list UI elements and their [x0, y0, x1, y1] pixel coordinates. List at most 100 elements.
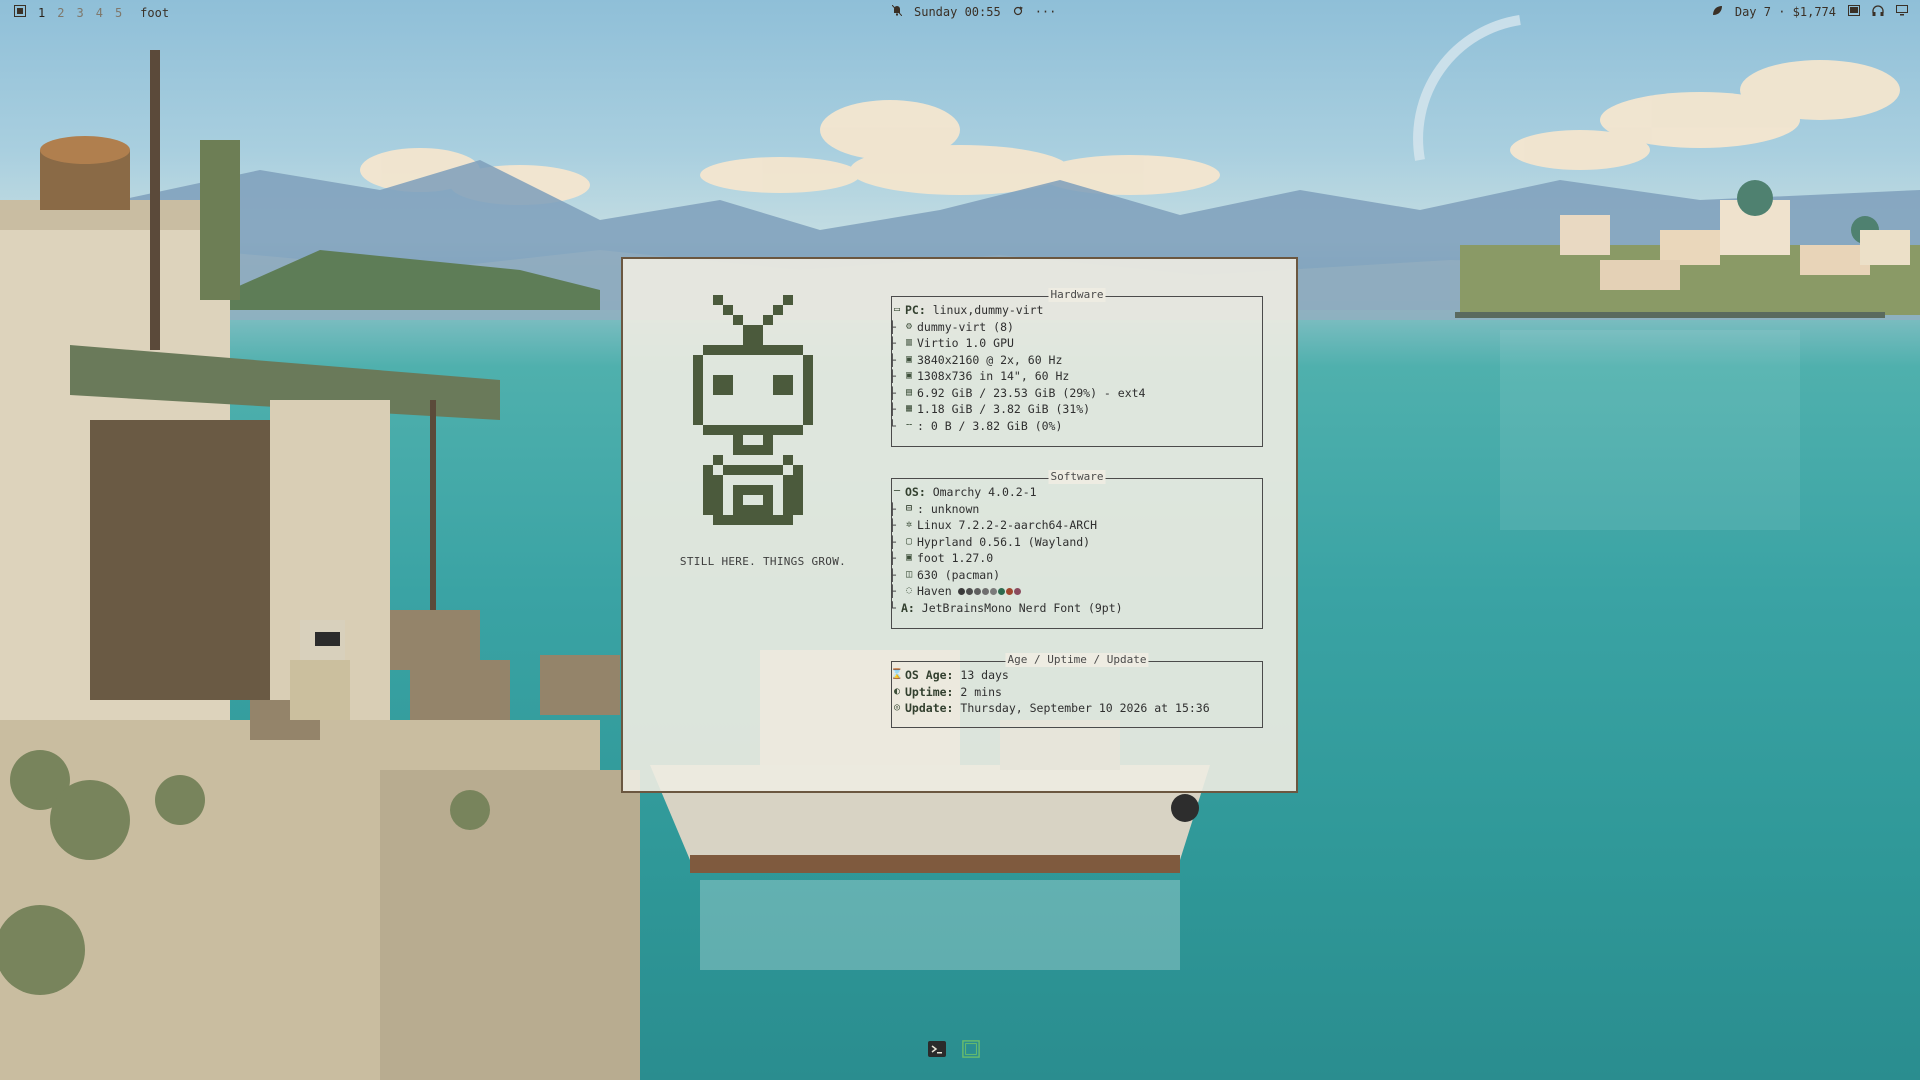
age-value: Thursday, September 10 2026 at 15:36 — [953, 701, 1210, 715]
age-row-uptime: ◐ Uptime: 2 mins — [889, 684, 1263, 701]
hardware-title: Hardware — [1048, 288, 1106, 302]
linux-icon: ✲ — [905, 519, 913, 530]
hw-value: : 0 B / 3.82 GiB (0%) — [917, 418, 1063, 433]
sw-row-os: ─ OS: Omarchy 4.0.2-1 — [889, 484, 1263, 501]
sw-key: A: — [901, 600, 915, 615]
top-bar: 1 2 3 4 5 foot Sunday 00:55 ··· Day 7 · … — [0, 0, 1920, 26]
software-section: Software ─ OS: Omarchy 4.0.2-1 ├ ⊟: unknow… — [889, 470, 1263, 629]
theme-swatch — [981, 587, 989, 595]
age-section: Age / Uptime / Update ⌛ OS Age: 13 days ◐… — [889, 653, 1263, 728]
kernel-icon: ⊟ — [905, 502, 913, 514]
theme-swatch — [989, 587, 997, 595]
theme-swatch — [965, 587, 973, 595]
headphones-icon[interactable] — [1872, 5, 1884, 19]
hw-value: 6.92 GiB / 23.53 GiB (29%) - ext4 — [917, 385, 1146, 400]
gpu-icon: ▥ — [905, 337, 913, 348]
package-icon: ◫ — [905, 568, 913, 580]
hw-value: 3840x2160 @ 2x, 60 Hz — [917, 352, 1063, 367]
terminal-window[interactable]: STILL HERE. THINGS GROW. Hardware ▭ PC: l… — [621, 257, 1298, 793]
theme-swatch — [973, 587, 981, 595]
status-text[interactable]: Day 7 · $1,774 — [1735, 5, 1836, 19]
hw-row-display2: ├ ▣ 1308x736 in 14", 60 Hz — [889, 369, 1070, 383]
window-icon[interactable] — [1848, 5, 1860, 19]
sw-row-wm: ├ ▢ Hyprland 0.56.1 (Wayland) — [889, 534, 1091, 549]
theme-swatch — [1005, 587, 1013, 595]
theme-icon: ◌ — [905, 585, 913, 596]
more-menu[interactable]: ··· — [1035, 5, 1057, 19]
age-key: OS Age: — [905, 668, 954, 682]
sw-value: Haven — [917, 584, 952, 598]
hardware-section: Hardware ▭ PC: linux,dummy-virt ├ ⚙ dummy-v… — [889, 288, 1263, 447]
topbar-center: Sunday 00:55 ··· — [891, 4, 1057, 19]
hw-row-disk: ├ ▤ 6.92 GiB / 23.53 GiB (29%) - ext4 — [889, 385, 1146, 400]
hw-row-swap: └ ╌: 0 B / 3.82 GiB (0%) — [889, 418, 1063, 433]
memory-icon: ▦ — [905, 403, 913, 414]
disk-icon: ▤ — [905, 386, 913, 398]
topbar-left: 1 2 3 4 5 foot — [14, 5, 169, 20]
sw-row-theme: ├ ◌ Haven — [889, 583, 1263, 600]
sw-value: Omarchy 4.0.2-1 — [925, 485, 1037, 499]
sw-value: : unknown — [917, 501, 980, 516]
age-key: Uptime: — [905, 684, 954, 699]
uptime-icon: ◐ — [893, 685, 901, 697]
launcher-icon[interactable] — [14, 5, 26, 20]
software-title: Software — [1048, 470, 1106, 484]
sw-row-kernel-name: ├ ⊟: unknown — [889, 501, 980, 516]
age-row-update: ◎ Update: Thursday, September 10 2026 at … — [889, 700, 1263, 717]
monitor-icon[interactable] — [1896, 5, 1908, 19]
age-value: 13 days — [953, 668, 1009, 682]
topbar-right: Day 7 · $1,774 — [1712, 5, 1908, 19]
clock[interactable]: Sunday 00:55 — [914, 5, 1001, 19]
sw-value: foot 1.27.0 — [917, 551, 994, 565]
sw-value: JetBrainsMono Nerd Font (9pt) — [914, 600, 1123, 615]
hw-row-display1: ├ ▣ 3840x2160 @ 2x, 60 Hz — [889, 352, 1063, 367]
age-value: 2 mins — [953, 684, 1002, 699]
sw-value: Linux 7.2.2-2-aarch64-ARCH — [917, 518, 1098, 532]
refresh-icon[interactable] — [1013, 6, 1023, 19]
theme-swatch — [997, 587, 1005, 595]
sw-key: OS: — [905, 485, 926, 499]
age-row-os-age: ⌛ OS Age: 13 days — [889, 667, 1263, 684]
swap-icon: ╌ — [905, 419, 913, 431]
theme-color-swatches — [957, 587, 1021, 595]
hw-value: Virtio 1.0 GPU — [917, 336, 1014, 350]
workspace-3[interactable]: 3 — [76, 6, 83, 20]
display-icon: ▣ — [905, 370, 913, 381]
robot-logo — [683, 295, 843, 549]
terminal-dock-icon[interactable] — [928, 1040, 946, 1058]
bell-off-icon[interactable] — [891, 4, 903, 19]
monitor-icon: ▭ — [893, 304, 901, 315]
window-switcher-dock-icon[interactable] — [962, 1040, 980, 1058]
hw-row-gpu: ├ ▥ Virtio 1.0 GPU — [889, 336, 1014, 350]
hw-value: dummy-virt (8) — [917, 319, 1014, 334]
motto-text: STILL HERE. THINGS GROW. — [679, 555, 847, 568]
os-icon: ─ — [893, 486, 901, 497]
workspace-2[interactable]: 2 — [57, 6, 64, 20]
sw-row-font: └ A: JetBrainsMono Nerd Font (9pt) — [889, 600, 1123, 615]
theme-swatch — [1013, 587, 1021, 595]
hw-row-cpu: ├ ⚙ dummy-virt (8) — [889, 319, 1014, 334]
dock — [918, 1034, 1012, 1064]
window-title: foot — [140, 5, 170, 20]
hw-key: PC: — [905, 303, 926, 317]
leaf-icon — [1712, 5, 1723, 19]
age-title: Age / Uptime / Update — [1005, 653, 1149, 667]
hw-row-pc: ▭ PC: linux,dummy-virt — [889, 302, 1263, 319]
hw-value: 1308x736 in 14", 60 Hz — [917, 369, 1070, 383]
terminal-icon: ▣ — [905, 552, 913, 563]
sw-value: Hyprland 0.56.1 (Wayland) — [917, 534, 1091, 549]
hw-row-memory: ├ ▦ 1.18 GiB / 3.82 GiB (31%) — [889, 402, 1091, 416]
theme-swatch — [957, 587, 965, 595]
sw-row-packages: ├ ◫ 630 (pacman) — [889, 567, 1001, 582]
age-key: Update: — [905, 701, 954, 715]
sw-value: 630 (pacman) — [917, 567, 1001, 582]
workspace-4[interactable]: 4 — [96, 6, 103, 20]
workspace-1[interactable]: 1 — [38, 6, 45, 20]
workspace-5[interactable]: 5 — [115, 6, 122, 20]
hourglass-icon: ⌛ — [890, 669, 904, 680]
sw-row-kernel: ├ ✲ Linux 7.2.2-2-aarch64-ARCH — [889, 518, 1098, 532]
cpu-icon: ⚙ — [905, 320, 913, 332]
hw-value: 1.18 GiB / 3.82 GiB (31%) — [917, 402, 1091, 416]
display-icon: ▣ — [905, 353, 913, 365]
sw-row-terminal: ├ ▣ foot 1.27.0 — [889, 551, 994, 565]
